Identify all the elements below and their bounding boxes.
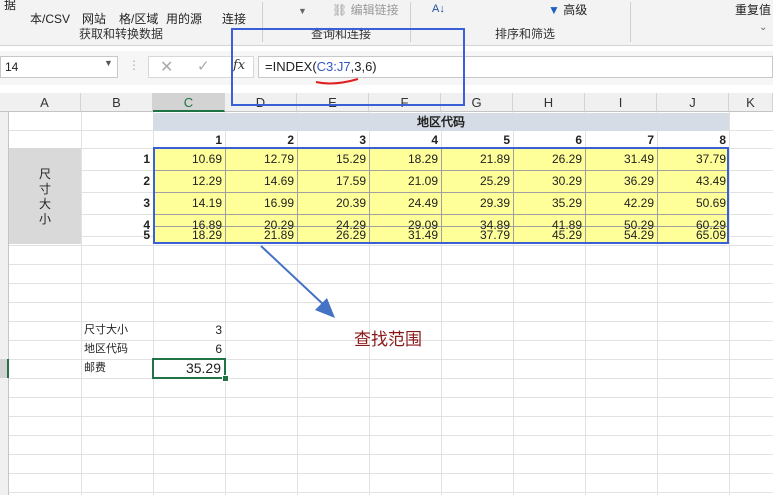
grid-line — [9, 264, 773, 265]
ribbon-expand-icon[interactable]: ⌄ — [759, 22, 767, 33]
fee-label[interactable]: 邮费 — [84, 359, 153, 378]
grid-line — [9, 397, 773, 398]
column-header-k[interactable]: K — [729, 93, 773, 112]
region-label[interactable]: 地区代码 — [84, 340, 153, 359]
size-label-char: 尺 — [38, 167, 51, 181]
column-header-i[interactable]: I — [585, 93, 657, 112]
group-label-sort-filter: 排序和筛选 — [495, 27, 556, 41]
grid-line — [9, 473, 773, 474]
chevron-down-icon[interactable]: ▼ — [104, 58, 113, 68]
from-text-csv-button-label[interactable]: 本/CSV — [30, 0, 70, 26]
size-label-char: 寸 — [38, 182, 51, 196]
row-number-cell[interactable]: 2 — [81, 172, 153, 192]
btn-line: 连接 — [222, 12, 247, 26]
row-number-cell[interactable]: 3 — [81, 194, 153, 214]
cancel-icon[interactable]: ✕ — [160, 57, 173, 77]
size-label-char: 大 — [38, 197, 51, 211]
link-icon: ⛓ — [332, 3, 348, 17]
dedupe-label: 重复值 — [735, 3, 772, 17]
btn-line: 格/区域 — [119, 12, 159, 26]
column-header-b[interactable]: B — [81, 93, 153, 112]
confirm-icon[interactable]: ✓ — [197, 57, 210, 75]
size-row-label[interactable]: 尺 寸 大 小 — [9, 148, 81, 244]
row-header-strip[interactable] — [0, 112, 9, 495]
edit-links-label: 编辑链接 — [350, 3, 399, 17]
formula-callout-box — [231, 28, 465, 106]
more-options-icon[interactable]: ⋮ — [128, 58, 140, 72]
grid-line — [9, 302, 773, 303]
btn-line: 用的源 — [166, 12, 203, 26]
advanced-filter-button[interactable]: ▼ 高级 — [548, 3, 587, 17]
fill-handle[interactable] — [222, 375, 229, 382]
row-number-cell[interactable]: 5 — [81, 226, 153, 246]
grid-line — [9, 492, 773, 493]
grid-line — [9, 283, 773, 284]
row-header-selected[interactable] — [0, 359, 9, 378]
name-box-value: 14 — [5, 60, 19, 74]
grid-line — [9, 435, 773, 436]
edit-links-button[interactable]: ⛓ 编辑链接 — [332, 3, 399, 17]
region-value[interactable]: 6 — [153, 340, 225, 359]
grid-line — [9, 454, 773, 455]
remove-duplicates-button[interactable]: 重复值 — [735, 3, 771, 17]
size-label-char: 小 — [38, 212, 51, 226]
btn-line: 据 — [4, 0, 17, 12]
select-all-corner[interactable] — [0, 93, 9, 112]
row-number-cell[interactable]: 1 — [81, 150, 153, 170]
size-label[interactable]: 尺寸大小 — [84, 321, 153, 340]
region-code-header[interactable]: 地区代码 — [153, 113, 729, 131]
fee-value-selected-cell[interactable]: 35.29 — [152, 358, 226, 379]
size-value[interactable]: 3 — [153, 321, 225, 340]
annotation-arrow — [260, 245, 335, 318]
filter-icon: ▼ — [548, 3, 560, 17]
recent-sources-button[interactable]: 用的源 — [166, 0, 202, 26]
existing-connections-button[interactable]: 连接 — [222, 0, 246, 26]
chevron-down-icon[interactable]: ▼ — [298, 4, 307, 18]
grid-line — [9, 416, 773, 417]
group-label-get-transform: 获取和转换数据 — [79, 27, 164, 41]
btn-line: 网站 — [82, 12, 107, 26]
column-header-a[interactable]: A — [9, 93, 81, 112]
column-header-h[interactable]: H — [513, 93, 585, 112]
lookup-range-highlight — [153, 147, 729, 244]
column-header-c[interactable]: C — [153, 93, 225, 112]
region-code-header-label: 地区代码 — [416, 115, 465, 129]
grid-line — [9, 378, 773, 379]
btn-line: 本/CSV — [30, 12, 71, 26]
advanced-label: 高级 — [563, 3, 588, 17]
name-box[interactable]: 14 — [0, 56, 118, 78]
group-separator — [630, 2, 631, 42]
from-table-button[interactable]: 格/区域 — [119, 0, 158, 26]
lookup-range-annotation: 查找范围 — [354, 330, 422, 349]
from-web-button[interactable]: 网站 — [82, 0, 106, 26]
column-header-j[interactable]: J — [657, 93, 729, 112]
sort-az-icon[interactable]: A↓ — [432, 2, 445, 16]
from-text-csv-button[interactable]: 据 — [4, 0, 16, 12]
